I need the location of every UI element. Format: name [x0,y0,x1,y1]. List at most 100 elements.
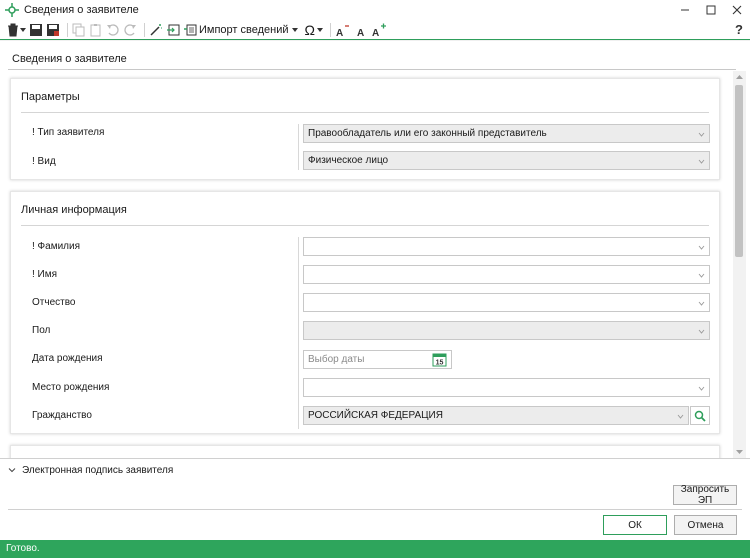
font-reset-button[interactable]: A [354,21,368,39]
delete-button[interactable] [6,21,26,39]
dropdown-arrow-icon [20,27,26,32]
save-as-icon [47,23,59,36]
undo-icon [107,23,119,36]
font-decrease-icon: A [336,24,349,37]
citizenship-search-button[interactable] [690,406,710,425]
import-icon [184,24,197,35]
signature-expander-label: Электронная подпись заявителя [22,465,174,476]
save-icon [30,23,42,36]
close-button[interactable] [724,0,750,20]
divider [298,237,299,429]
app-icon [5,3,19,17]
birthplace-label: Место рождения [32,382,110,393]
toolbar-separator [144,22,145,37]
search-icon [694,410,706,422]
toolbar-separator [67,22,68,37]
dialog-footer: Запросить ЭП ОК Отмена [0,480,750,540]
ok-button[interactable]: ОК [603,515,667,535]
applicant-type-select[interactable]: Правообладатель или его законный предста… [303,124,710,143]
scrollbar-thumb[interactable] [735,85,743,257]
toolbar-separator [329,22,331,37]
dropdown-arrow-icon [316,27,323,32]
export-icon [167,24,180,35]
minimize-icon [681,9,689,11]
personal-info-card: Личная информация ! Фамилия ! Имя Отчест… [10,191,720,434]
signature-expander[interactable]: Электронная подпись заявителя [0,458,750,480]
undo-button[interactable] [106,21,120,39]
chevron-down-icon [698,159,705,164]
save-button[interactable] [29,21,43,39]
status-text: Готово. [6,543,40,554]
page-header: Сведения о заявителе [0,41,750,71]
calendar-day: 15 [436,360,444,367]
help-icon[interactable]: ? [735,22,743,37]
cancel-button[interactable]: Отмена [674,515,737,535]
chevron-down-icon [698,329,705,334]
birthdate-placeholder: Выбор даты [308,354,365,365]
patronymic-field[interactable] [303,293,710,312]
title-bar: Сведения о заявителе [0,0,750,20]
birthdate-picker[interactable]: Выбор даты 15 [303,350,452,369]
page-title: Сведения о заявителе [12,53,127,65]
toolbar: Импорт сведений Ω A A A ? [0,20,750,40]
omega-icon: Ω [304,21,315,38]
trash-icon [8,23,18,36]
birthplace-field[interactable] [303,378,710,397]
window-title: Сведения о заявителе [24,4,139,16]
applicant-kind-label: ! Вид [32,156,56,167]
close-icon [732,5,742,15]
paste-button[interactable] [89,21,103,39]
import-label: Импорт сведений [199,23,289,36]
calendar-icon[interactable]: 15 [432,352,447,367]
font-increase-button[interactable]: A [371,21,387,39]
birthdate-label: Дата рождения [32,353,103,364]
surname-label: ! Фамилия [32,241,81,252]
divider [8,509,742,510]
wand-button[interactable] [149,21,163,39]
special-chars-button[interactable]: Ω [301,21,323,39]
svg-text:A: A [372,28,379,37]
font-reset-icon: A [357,28,364,37]
applicant-kind-value: Физическое лицо [308,155,389,166]
export-button[interactable] [166,21,180,39]
applicant-type-value: Правообладатель или его законный предста… [308,128,547,139]
chevron-down-icon [698,386,705,391]
redo-icon [124,23,136,36]
sex-select[interactable] [303,321,710,340]
request-ep-button[interactable]: Запросить ЭП [673,484,737,506]
font-increase-icon: A [372,23,386,37]
citizenship-select[interactable]: РОССИЙСКАЯ ФЕДЕРАЦИЯ [303,406,689,425]
sex-label: Пол [32,325,51,336]
surname-field[interactable] [303,237,710,256]
parameters-card: Параметры ! Тип заявителя Правообладател… [10,78,720,180]
copy-icon [72,23,85,36]
next-section-card [10,445,720,458]
divider [8,69,736,70]
chevron-down-icon [698,273,705,278]
chevron-down-icon [698,132,705,137]
dropdown-arrow-icon [291,27,298,32]
divider [21,112,709,113]
personal-info-title: Личная информация [21,204,127,216]
save-as-button[interactable] [46,21,60,39]
citizenship-label: Гражданство [32,410,92,421]
applicant-kind-select[interactable]: Физическое лицо [303,151,710,170]
import-button[interactable]: Импорт сведений [183,21,298,39]
chevron-down-icon [698,301,705,306]
minimize-button[interactable] [672,0,698,20]
name-field[interactable] [303,265,710,284]
vertical-scrollbar[interactable] [733,71,746,458]
maximize-button[interactable] [698,0,724,20]
redo-button[interactable] [123,21,137,39]
copy-button[interactable] [72,21,86,39]
parameters-title: Параметры [21,91,80,103]
form-scroll-area[interactable]: Параметры ! Тип заявителя Правообладател… [0,71,750,458]
svg-text:A: A [336,28,343,37]
paste-icon [90,23,101,36]
scroll-up-icon[interactable] [735,73,744,82]
font-decrease-button[interactable]: A [335,21,351,39]
maximize-icon [706,5,716,15]
scroll-down-icon[interactable] [735,447,744,456]
divider [21,225,709,226]
chevron-down-icon [677,414,684,419]
